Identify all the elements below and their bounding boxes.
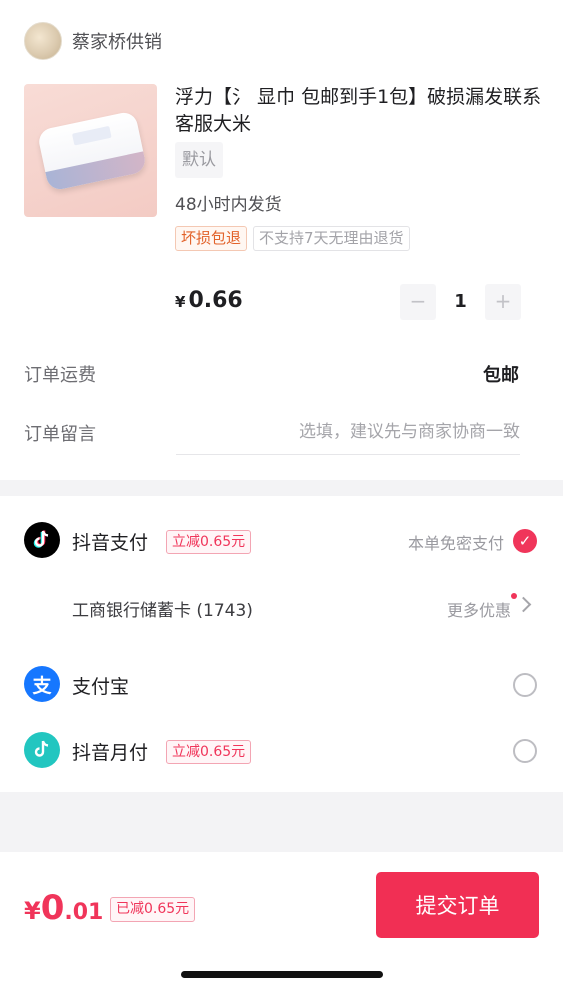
douyin-monthly-discount-tag: 立减0.65元 — [166, 740, 252, 764]
shipping-fee-label: 订单运费 — [24, 365, 96, 386]
payment-option-alipay[interactable]: 支 支付宝 — [0, 656, 563, 712]
bank-card-name: 工商银行储蓄卡 (1743) — [72, 601, 253, 621]
increase-button[interactable]: + — [485, 284, 521, 320]
douyin-monthly-radio[interactable] — [513, 739, 537, 763]
douyin-pay-discount-tag: 立减0.65元 — [166, 530, 252, 554]
alipay-logo-icon: 支 — [24, 666, 60, 702]
pack-label — [71, 125, 112, 146]
chevron-right-icon — [515, 596, 532, 613]
bank-card-row[interactable]: 工商银行储蓄卡 (1743) 更多优惠 — [0, 580, 563, 636]
wipes-pack-illustration — [36, 110, 148, 192]
order-note-input[interactable] — [176, 410, 520, 455]
more-offers-link[interactable]: 更多优惠 — [447, 597, 511, 621]
product-spec[interactable]: 默认 — [175, 142, 223, 178]
no-7day-return-tag: 不支持7天无理由退货 — [253, 226, 410, 251]
shop-avatar — [24, 22, 62, 60]
total-price: ¥0.01 — [24, 888, 103, 928]
price-value: 0.66 — [188, 288, 243, 313]
quantity-stepper: − 1 + — [400, 284, 521, 320]
saved-amount-tag: 已减0.65元 — [110, 897, 196, 922]
shipping-fee-value: 包邮 — [483, 365, 519, 386]
damage-refund-tag: 坏损包退 — [175, 226, 248, 251]
payment-option-douyin-monthly[interactable]: 抖音月付 立减0.65元 — [0, 722, 563, 778]
douyin-pay-name: 抖音支付 — [72, 532, 149, 554]
notification-dot — [511, 593, 517, 599]
shop-name: 蔡家桥供销 — [72, 32, 162, 53]
product-title[interactable]: 浮力【氵 显巾 包邮到手1包】破损漏发联系客服大米 — [175, 84, 545, 138]
password-free-text: 本单免密支付 — [407, 534, 504, 553]
douyin-logo-icon — [24, 522, 60, 558]
douyin-note-icon — [33, 530, 49, 548]
checkout-footer: ¥0.01 已减0.65元 提交订单 — [0, 852, 563, 989]
order-card: 蔡家桥供销 浮力【氵 显巾 包邮到手1包】破损漏发联系客服大米 默认 48小时内… — [0, 0, 563, 480]
alipay-name: 支付宝 — [72, 676, 130, 698]
decrease-button[interactable]: − — [400, 284, 436, 320]
payment-option-douyin-pay[interactable]: 抖音支付 立减0.65元 本单免密支付 ✓ — [0, 512, 563, 568]
product-price: ¥0.66 — [175, 288, 243, 313]
shop-header[interactable]: 蔡家桥供销 — [24, 22, 162, 60]
shipping-time: 48小时内发货 — [175, 195, 282, 215]
douyin-monthly-name: 抖音月付 — [72, 742, 149, 764]
total-decimal: .01 — [64, 900, 104, 925]
quantity-value[interactable]: 1 — [436, 284, 485, 320]
alipay-radio[interactable] — [513, 673, 537, 697]
service-tags: 坏损包退 不支持7天无理由退货 — [175, 226, 416, 251]
douyin-note-icon — [34, 740, 49, 757]
price-currency: ¥ — [175, 293, 186, 311]
order-note-label: 订单留言 — [24, 424, 96, 445]
payment-methods: 抖音支付 立减0.65元 本单免密支付 ✓ 工商银行储蓄卡 (1743) 更多优… — [0, 496, 563, 792]
douyin-pay-radio-checked[interactable]: ✓ — [513, 529, 537, 553]
submit-order-button[interactable]: 提交订单 — [376, 872, 539, 938]
home-indicator[interactable] — [181, 971, 383, 978]
total-currency: ¥ — [24, 897, 41, 925]
douyin-monthly-logo-icon — [24, 732, 60, 768]
total-integer: 0 — [40, 888, 65, 928]
pack-band — [45, 151, 148, 192]
product-image[interactable] — [24, 84, 157, 217]
